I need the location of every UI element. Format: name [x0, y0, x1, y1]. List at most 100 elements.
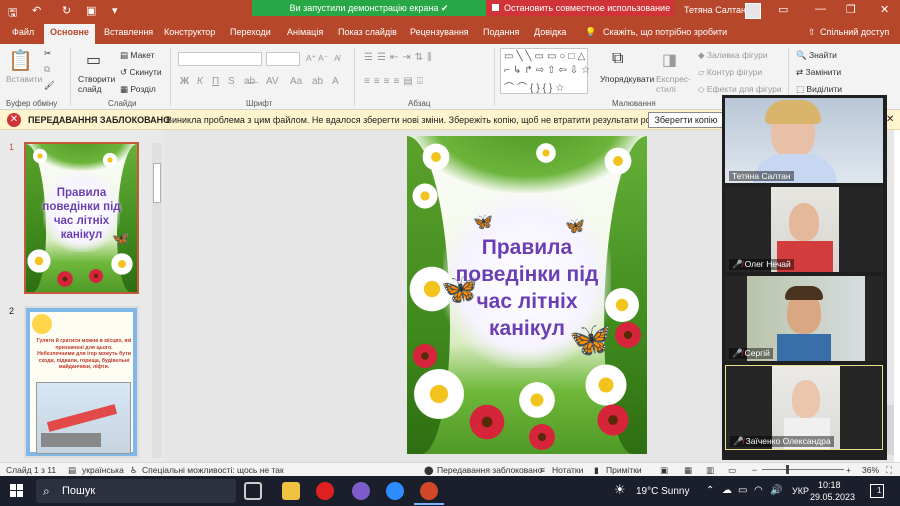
editor-scrollbar[interactable] — [886, 405, 894, 455]
zoom-slider-thumb[interactable] — [786, 465, 789, 474]
shape-effects-button[interactable]: ◇ Ефекти для фігури — [698, 84, 782, 95]
tell-me-search[interactable]: Скажіть, що потрібно зробити — [603, 27, 727, 37]
shape-fill-button[interactable]: ◆ Заливка фігури — [698, 50, 768, 61]
tab-file[interactable]: Файл — [12, 27, 34, 37]
paste-button[interactable]: Вставити — [6, 74, 42, 84]
italic-icon[interactable]: К — [197, 76, 203, 87]
tab-home[interactable]: Основне — [44, 24, 95, 44]
opera-icon[interactable] — [316, 482, 334, 500]
tab-design[interactable]: Конструктор — [164, 27, 215, 37]
tab-view[interactable]: Подання — [483, 27, 519, 37]
undo-icon[interactable]: ↶ — [32, 4, 41, 17]
save-icon[interactable]: 🖫 — [8, 4, 17, 23]
clock-time[interactable]: 10:18 — [818, 480, 841, 490]
account-name[interactable]: Тетяна Салтан — [684, 5, 746, 15]
maximize-icon[interactable]: ❐ — [846, 3, 856, 16]
font-size-field[interactable] — [266, 52, 300, 66]
increase-font-icon[interactable]: A⁺ A⁻ — [306, 53, 328, 64]
shape-outline-button[interactable]: ▱ Контур фігури — [698, 67, 762, 78]
strikethrough-icon[interactable]: a̶b̶ — [244, 76, 255, 87]
tab-transitions[interactable]: Переходи — [230, 27, 271, 37]
font-family-field[interactable] — [178, 52, 262, 66]
main-slide-canvas[interactable]: 🦋 🦋 🦋 🦋 Правила поведінки під час літніх… — [407, 136, 647, 454]
ribbon-display-icon[interactable]: ▭ — [778, 3, 788, 16]
save-copy-button[interactable]: Зберегти копію — [648, 112, 724, 128]
reading-view-icon[interactable]: ▥ — [706, 465, 714, 476]
new-slide-button[interactable]: Створити слайд — [78, 74, 118, 94]
customize-toolbar-icon[interactable]: ▾ — [112, 4, 118, 17]
start-from-beginning-icon[interactable]: ▣ — [86, 4, 96, 17]
participant-tile[interactable]: Тетяна Салтан — [725, 98, 883, 183]
slide-title[interactable]: Правила поведінки під час літніх канікул — [407, 234, 647, 342]
close-icon[interactable]: ✕ — [886, 114, 894, 125]
shapes-gallery[interactable]: ▭╲╲▭▭○□△ ⌐↳↱⇨⇧⇦⇩☆ ⌒⌒{}{}☆ — [500, 48, 590, 94]
zoom-out-icon[interactable]: − — [752, 465, 757, 475]
viber-icon[interactable] — [352, 482, 370, 500]
tab-animations[interactable]: Анімація — [287, 27, 323, 37]
slideshow-icon[interactable]: ▭ — [728, 465, 736, 476]
notifications-icon[interactable]: 1 — [870, 484, 884, 498]
reset-button[interactable]: ↺ Скинути — [120, 67, 162, 78]
participant-tile-active[interactable]: 🎤̸ Заїченко Олександра — [725, 365, 883, 450]
cut-icon[interactable]: ✂ — [44, 48, 51, 59]
zoom-in-icon[interactable]: + — [846, 465, 851, 475]
comments-button[interactable]: Примітки — [606, 465, 642, 475]
normal-view-icon[interactable]: ▣ — [660, 465, 668, 476]
section-button[interactable]: ▦ Розділ — [120, 84, 156, 95]
taskbar-search[interactable]: ⌕ Пошук — [36, 479, 236, 503]
clear-format-icon[interactable]: A̸ — [334, 53, 340, 63]
scrollbar-thumb[interactable] — [153, 163, 161, 203]
redo-icon[interactable]: ↻ — [62, 4, 71, 17]
tab-slideshow[interactable]: Показ слайдів — [338, 27, 397, 37]
sync-status[interactable]: Передавання заблоковано — [437, 465, 542, 475]
language-indicator[interactable]: українська — [82, 465, 124, 475]
tab-review[interactable]: Рецензування — [410, 27, 469, 37]
fit-slide-icon[interactable]: ⛶ — [886, 465, 892, 476]
arrange-icon[interactable]: ⧉ — [612, 50, 623, 68]
shadow-icon[interactable]: S — [228, 76, 235, 87]
underline-icon[interactable]: П — [212, 76, 219, 87]
highlight-icon[interactable]: ab — [312, 76, 323, 87]
clock-date[interactable]: 29.05.2023 — [810, 492, 855, 502]
bold-icon[interactable]: Ж — [180, 76, 189, 87]
char-spacing-icon[interactable]: AV — [266, 76, 279, 87]
quick-styles-button[interactable]: Експрес-стилі — [656, 74, 696, 94]
battery-icon[interactable]: ▭ — [738, 485, 747, 496]
align-icons[interactable]: ≡≡≡≡▤⌹ — [364, 76, 427, 87]
format-painter-icon[interactable]: 🖌 — [44, 80, 55, 91]
file-explorer-icon[interactable] — [282, 482, 300, 500]
keyboard-language[interactable]: УКР — [792, 486, 809, 496]
slide-thumbnail-2[interactable]: Гуляти й гратися можна в місцях, які при… — [24, 306, 139, 458]
arrange-button[interactable]: Упорядкувати — [600, 74, 654, 84]
windows-start-icon[interactable] — [10, 484, 24, 498]
minimize-icon[interactable]: — — [815, 3, 826, 15]
copy-icon[interactable]: ⧉ — [44, 64, 50, 75]
quick-styles-icon[interactable]: ◨ — [662, 50, 677, 70]
network-icon[interactable]: ☁ — [722, 485, 732, 496]
close-icon[interactable]: ✕ — [880, 3, 889, 16]
replace-button[interactable]: ⇄ Замінити — [796, 67, 841, 78]
participant-tile[interactable]: 🎤̸ Олег Нечай — [725, 187, 883, 272]
powerpoint-icon[interactable] — [420, 482, 438, 500]
share-button[interactable]: Спільний доступ — [820, 27, 889, 37]
zoom-level[interactable]: 36% — [862, 465, 879, 475]
weather-text[interactable]: 19°C Sunny — [636, 486, 689, 497]
spellcheck-icon[interactable]: ▤ — [68, 465, 76, 476]
slide-thumbnail-1[interactable]: 🦋 Правила поведінки під час літніх канік… — [24, 142, 139, 294]
thumbnail-scrollbar[interactable] — [152, 143, 162, 458]
font-color-icon[interactable]: A — [332, 76, 339, 87]
tray-chevron-icon[interactable]: ⌃ — [706, 485, 714, 496]
zoom-slider[interactable] — [762, 465, 844, 474]
change-case-icon[interactable]: Aa — [290, 76, 302, 87]
notes-button[interactable]: Нотатки — [552, 465, 583, 475]
zoom-app-icon[interactable] — [386, 482, 404, 500]
layout-button[interactable]: ▤ Макет — [120, 50, 154, 61]
tab-insert[interactable]: Вставлення — [104, 27, 153, 37]
accessibility-status[interactable]: Спеціальні можливості: щось не так — [142, 465, 284, 475]
new-slide-icon[interactable]: ▭ — [86, 50, 101, 70]
tab-help[interactable]: Довідка — [534, 27, 566, 37]
find-button[interactable]: 🔍 Знайти — [796, 50, 837, 61]
select-button[interactable]: ⬚ Виділити — [796, 84, 842, 95]
paste-icon[interactable]: 📋 — [8, 48, 33, 73]
list-icons[interactable]: ☰☰⇤⇥⇅⫼ — [364, 52, 436, 63]
